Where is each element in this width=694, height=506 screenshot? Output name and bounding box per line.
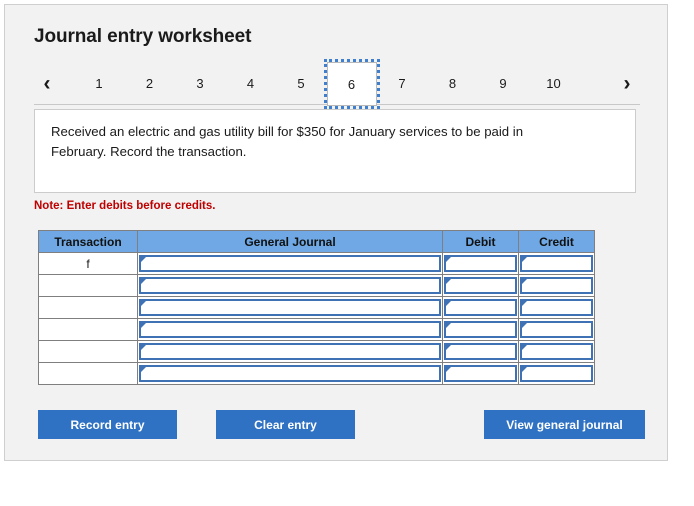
debit-cell [442,318,519,341]
clear-entry-button[interactable]: Clear entry [216,410,355,439]
credit-cell [518,318,595,341]
credit-input-row-2[interactable] [520,277,593,294]
pagination-page-3[interactable]: 3 [175,63,225,104]
transaction-label-cell [38,318,138,341]
transaction-label-cell [38,296,138,319]
record-entry-button[interactable]: Record entry [38,410,177,439]
table-row [38,296,595,319]
general-journal-cell [137,252,443,275]
chevron-left-icon[interactable]: ‹ [34,63,60,104]
general-journal-cell [137,296,443,319]
debit-cell [442,252,519,275]
debit-input-row-3[interactable] [444,299,517,316]
pagination-page-8[interactable]: 8 [428,63,478,104]
pagination-page-4[interactable]: 4 [226,63,276,104]
transaction-label-cell [38,362,138,385]
transaction-prompt-text: Received an electric and gas utility bil… [51,124,524,160]
credit-input-row-6[interactable] [520,365,593,382]
page-title: Journal entry worksheet [34,26,252,47]
debit-input-row-5[interactable] [444,343,517,360]
column-header-transaction: Transaction [38,230,138,253]
credit-cell [518,274,595,297]
credit-input-row-5[interactable] [520,343,593,360]
table-row [38,362,595,385]
table-row [38,318,595,341]
debits-before-credits-note: Note: Enter debits before credits. [34,200,216,212]
table-row [38,274,595,297]
pagination-page-7[interactable]: 7 [377,63,427,104]
transaction-label-cell [38,274,138,297]
credit-input-row-3[interactable] [520,299,593,316]
debit-input-row-1[interactable] [444,255,517,272]
general-journal-cell [137,318,443,341]
credit-cell [518,340,595,363]
debit-cell [442,340,519,363]
credit-input-row-4[interactable] [520,321,593,338]
general-journal-input-row-6[interactable] [139,365,441,382]
general-journal-input-row-2[interactable] [139,277,441,294]
debit-input-row-2[interactable] [444,277,517,294]
pagination-page-9[interactable]: 9 [478,63,528,104]
general-journal-input-row-4[interactable] [139,321,441,338]
pagination-page-6[interactable]: 6 [323,59,380,109]
general-journal-input-row-3[interactable] [139,299,441,316]
pagination-page-5[interactable]: 5 [276,63,326,104]
debit-input-row-4[interactable] [444,321,517,338]
debit-input-row-6[interactable] [444,365,517,382]
transaction-label-cell [38,340,138,363]
journal-table-body: f [38,252,595,385]
view-general-journal-button[interactable]: View general journal [484,410,645,439]
column-header-debit: Debit [442,230,519,253]
transaction-prompt-box: Received an electric and gas utility bil… [34,109,636,193]
table-header-row: Transaction General Journal Debit Credit [38,230,595,253]
credit-cell [518,296,595,319]
debit-cell [442,362,519,385]
general-journal-cell [137,274,443,297]
pagination-bar: ‹ › 1 2 3 4 5 6 7 8 9 10 [34,59,640,109]
chevron-right-icon[interactable]: › [614,63,640,104]
table-row [38,340,595,363]
column-header-general-journal: General Journal [137,230,443,253]
general-journal-input-row-1[interactable] [139,255,441,272]
table-row: f [38,252,595,275]
worksheet-panel: Journal entry worksheet ‹ › 1 2 3 4 5 6 7 8 9 10 … [4,4,668,461]
general-journal-cell [137,362,443,385]
pagination-page-2[interactable]: 2 [125,63,175,104]
credit-cell [518,362,595,385]
debit-cell [442,274,519,297]
journal-entry-table: Transaction General Journal Debit Credit… [38,230,595,385]
general-journal-cell [137,340,443,363]
credit-cell [518,252,595,275]
credit-input-row-1[interactable] [520,255,593,272]
pagination-page-10[interactable]: 10 [529,63,579,104]
pagination-page-1[interactable]: 1 [74,63,124,104]
debit-cell [442,296,519,319]
general-journal-input-row-5[interactable] [139,343,441,360]
column-header-credit: Credit [518,230,595,253]
transaction-label-cell: f [38,252,138,275]
